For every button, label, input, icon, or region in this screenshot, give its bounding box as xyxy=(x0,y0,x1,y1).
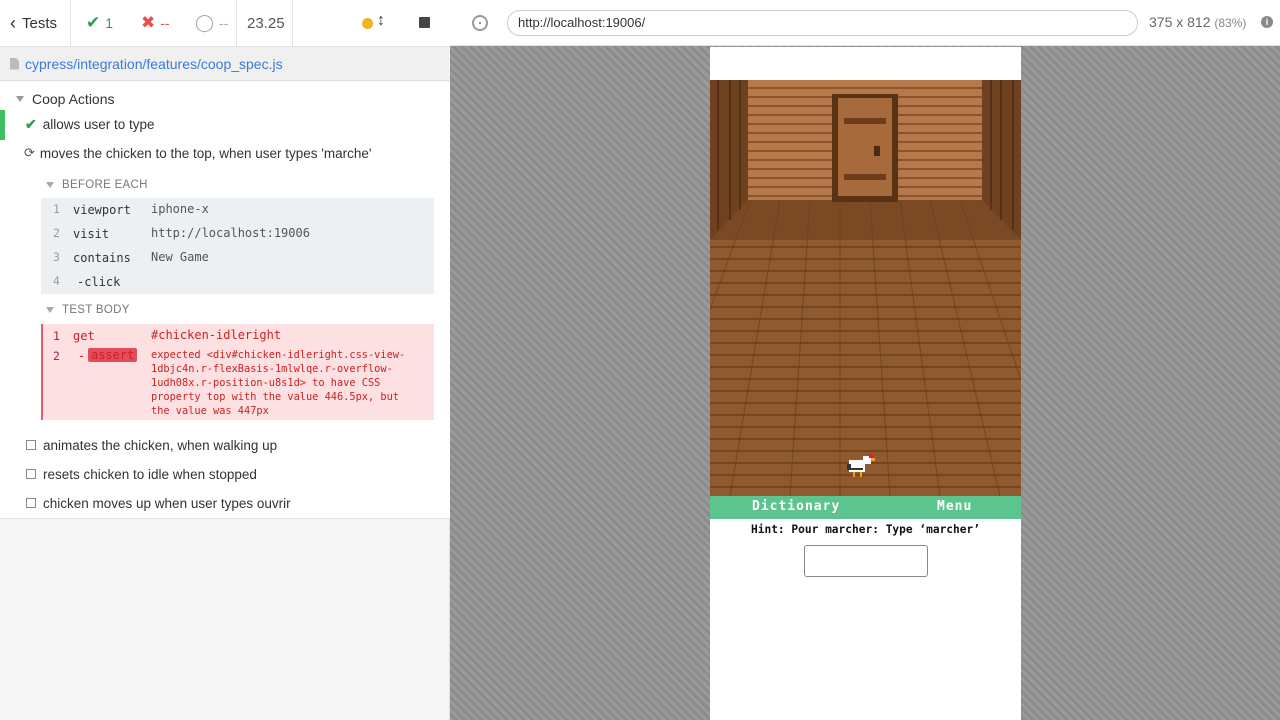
spec-path-bar: cypress/integration/features/coop_spec.j… xyxy=(0,47,450,81)
command-name[interactable]: get xyxy=(73,329,95,343)
square-icon xyxy=(26,440,36,450)
url-bar[interactable]: http://localhost:19006/ xyxy=(507,10,1138,36)
dictionary-button[interactable]: Dictionary xyxy=(752,499,840,514)
caret-down-icon xyxy=(46,307,54,313)
divider xyxy=(236,0,237,46)
suite-title: Coop Actions xyxy=(32,91,115,107)
selector-playground-icon[interactable] xyxy=(472,15,488,31)
test-title: allows user to type xyxy=(42,116,155,132)
test-row-pending[interactable]: resets chicken to idle when stopped xyxy=(26,459,257,489)
file-icon xyxy=(10,57,19,70)
before-each-commands: 1 viewport iphone-x 2 visit http://local… xyxy=(41,198,434,294)
suite-header[interactable]: Coop Actions xyxy=(16,87,115,111)
game-nav-bar: Dictionary Menu xyxy=(710,496,1021,519)
failed-value: -- xyxy=(160,15,170,31)
tests-label: Tests xyxy=(22,14,58,32)
stop-icon[interactable] xyxy=(419,17,430,28)
hint-text: Hint: Pour marcher: Type ‘marcher’ xyxy=(750,523,980,536)
menu-button[interactable]: Menu xyxy=(937,499,972,514)
command-row[interactable]: 3 contains New Game xyxy=(41,246,434,270)
test-row-passed[interactable]: ✔ allows user to type xyxy=(25,113,155,135)
command-prefix: - xyxy=(78,349,86,363)
divider xyxy=(292,0,293,46)
refresh-icon: ⟳ xyxy=(24,145,35,160)
pending-count: ◯ -- xyxy=(195,0,228,46)
test-row-pending[interactable]: chicken moves up when user types ouvrir xyxy=(26,488,291,518)
command-number: 2 xyxy=(53,349,60,363)
command-number: 3 xyxy=(53,250,60,264)
running-indicator-icon xyxy=(362,18,373,29)
hook-before-each[interactable]: BEFORE EACH xyxy=(46,179,148,191)
command-message: New Game xyxy=(151,250,209,264)
chevron-left-icon: ‹ xyxy=(10,12,16,33)
passed-indicator xyxy=(0,110,5,140)
viewport-info: 375 x 812 (83%) xyxy=(1149,14,1246,30)
reporter-panel: ‹ Tests ✔ 1 ✖ -- ◯ -- 23.25 ↕ cypress/in… xyxy=(0,0,450,720)
passed-value: 1 xyxy=(105,15,114,31)
command-name: viewport xyxy=(73,203,131,217)
square-icon xyxy=(26,498,36,508)
circle-notch-icon: ◯ xyxy=(195,13,215,32)
command-name: contains xyxy=(73,251,131,265)
command-message: iphone-x xyxy=(151,202,209,216)
test-row-pending[interactable]: animates the chicken, when walking up xyxy=(26,430,277,460)
test-title: chicken moves up when user types ouvrir xyxy=(43,495,291,511)
command-number: 2 xyxy=(53,226,60,240)
pending-value: -- xyxy=(219,15,229,31)
command-name: visit xyxy=(73,227,110,241)
failed-count: ✖ -- xyxy=(141,0,170,46)
check-icon: ✔ xyxy=(86,13,101,32)
tests-button[interactable]: ‹ Tests xyxy=(10,0,57,46)
hook-label: BEFORE EACH xyxy=(62,179,148,191)
assert-badge[interactable]: assert xyxy=(88,348,138,362)
coop-scene[interactable] xyxy=(710,80,1021,496)
aut-area: Dictionary Menu Hint: Pour marcher: Type… xyxy=(450,46,1280,720)
auto-scroll-icon[interactable]: ↕ xyxy=(377,12,385,30)
hook-test-body[interactable]: TEST BODY xyxy=(46,304,130,316)
test-row-running[interactable]: ⟳ moves the chicken to the top, when use… xyxy=(24,142,371,164)
square-icon xyxy=(26,469,36,479)
test-title: resets chicken to idle when stopped xyxy=(43,466,257,482)
passed-count: ✔ 1 xyxy=(86,0,113,46)
command-row[interactable]: 2 visit http://localhost:19006 xyxy=(41,222,434,246)
hook-label: TEST BODY xyxy=(62,304,130,316)
info-icon[interactable]: i xyxy=(1261,16,1273,28)
duration: 23.25 xyxy=(247,14,285,32)
spec-path-link[interactable]: cypress/integration/features/coop_spec.j… xyxy=(25,56,283,72)
caret-down-icon xyxy=(16,96,24,102)
command-number: 1 xyxy=(53,329,60,343)
answer-input[interactable] xyxy=(804,545,928,577)
command-message: #chicken-idleright xyxy=(151,328,282,342)
app-iframe: Dictionary Menu Hint: Pour marcher: Type… xyxy=(710,47,1021,720)
test-title: moves the chicken to the top, when user … xyxy=(39,145,372,161)
viewport-scale: (83%) xyxy=(1214,16,1247,30)
viewport-size: 375 x 812 xyxy=(1149,14,1211,30)
test-title: animates the chicken, when walking up xyxy=(43,437,278,453)
aut-header: http://localhost:19006/ 375 x 812 (83%) … xyxy=(450,0,1280,46)
command-name: -click xyxy=(77,275,121,289)
coop-illustration xyxy=(710,80,1021,496)
stats-bar: ‹ Tests ✔ 1 ✖ -- ◯ -- 23.25 ↕ xyxy=(0,0,450,47)
command-row[interactable]: 4 -click xyxy=(41,270,434,294)
command-row[interactable]: 1 viewport iphone-x xyxy=(41,198,434,222)
failed-commands: 1 get #chicken-idleright 2 - assert expe… xyxy=(41,324,434,420)
command-number: 4 xyxy=(53,274,60,288)
check-icon: ✔ xyxy=(25,115,37,132)
divider xyxy=(70,0,71,46)
command-message: http://localhost:19006 xyxy=(151,226,310,240)
assert-message: expected <div#chicken-idleright.css-view… xyxy=(151,349,406,417)
x-icon: ✖ xyxy=(141,13,156,32)
command-number: 1 xyxy=(53,202,60,216)
caret-down-icon xyxy=(46,182,54,188)
